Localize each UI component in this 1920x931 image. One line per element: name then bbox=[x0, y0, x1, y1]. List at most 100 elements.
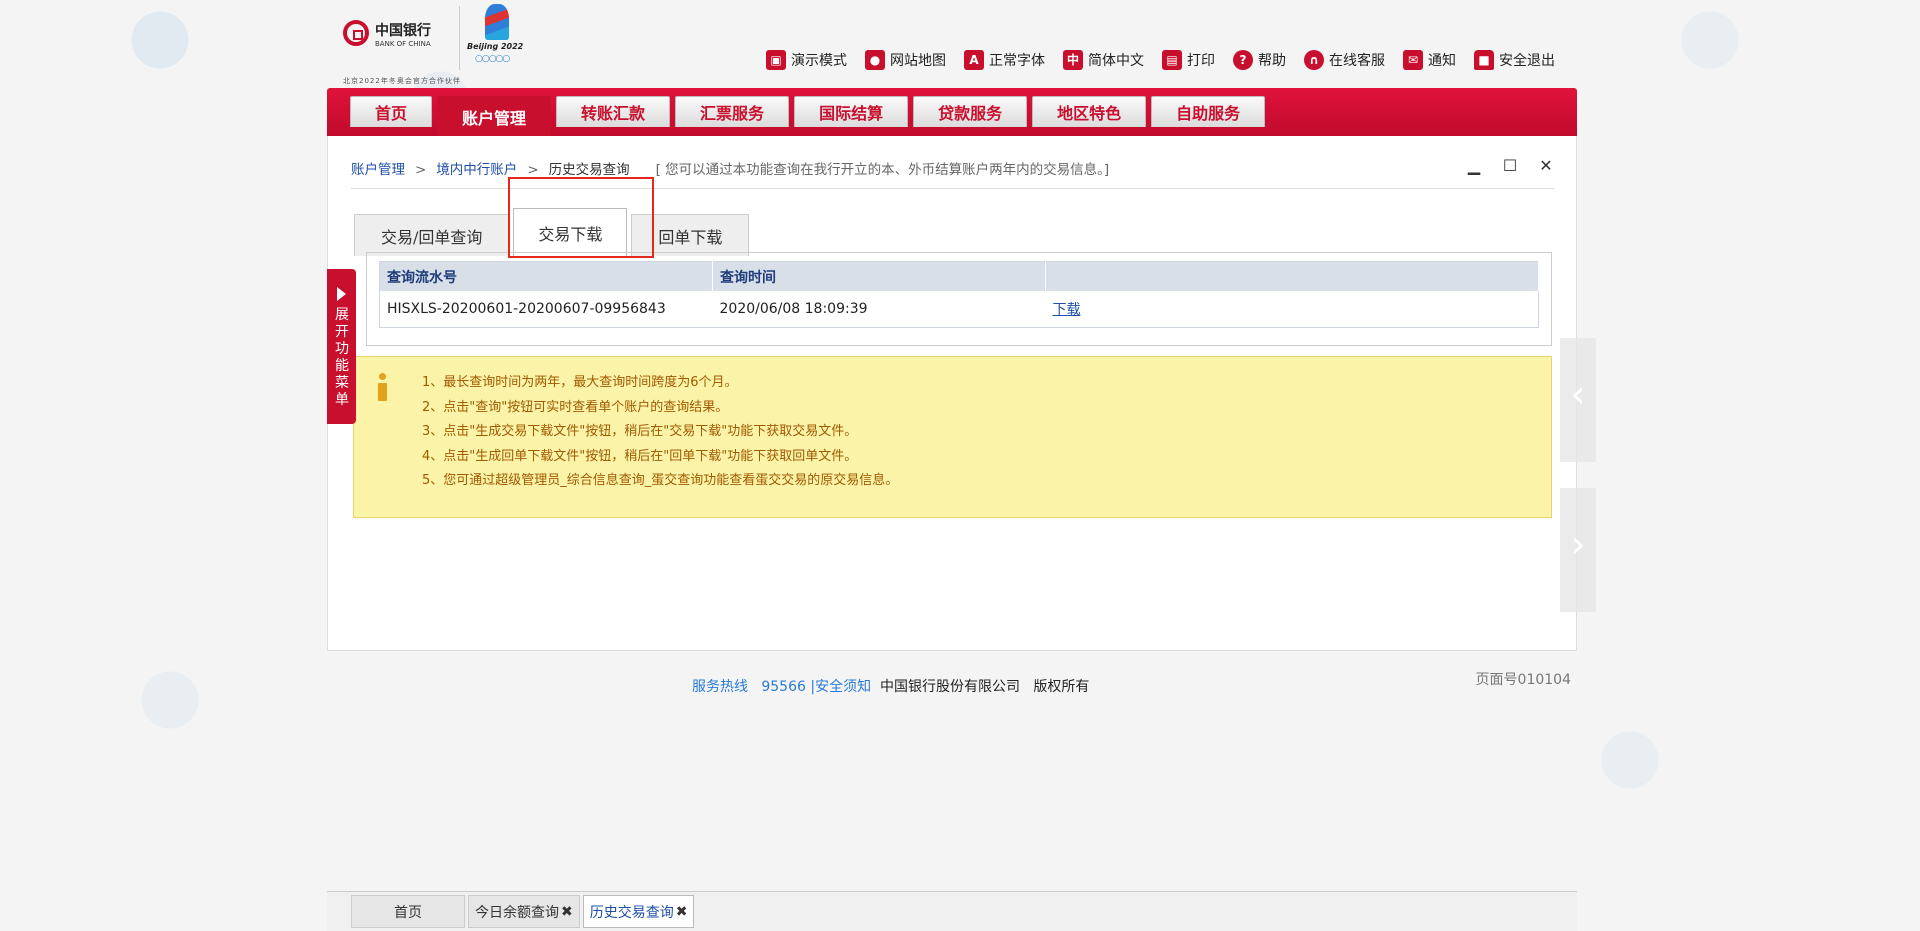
notice-item: 5、您可通过超级管理员_综合信息查询_蛋交查询功能查看蛋交交易的原交易信息。 bbox=[422, 473, 899, 488]
boc-name-en: BANK OF CHINA bbox=[375, 40, 431, 48]
sub-tabs: 交易/回单查询 交易下载 回单下载 bbox=[354, 208, 753, 256]
print-link[interactable]: ▤ 打印 bbox=[1162, 50, 1215, 70]
breadcrumb: 账户管理 > 境内中行账户 > 历史交易查询[ 您可以通过本功能查询在我行开立的本、外币… bbox=[351, 162, 1110, 178]
content-panel: 账户管理 > 境内中行账户 > 历史交易查询[ 您可以通过本功能查询在我行开立的本、外币… bbox=[327, 136, 1577, 651]
logo-divider bbox=[459, 6, 460, 70]
task-tab-bar: 首页 今日余额查询 ✖ 历史交易查询 ✖ bbox=[327, 891, 1577, 931]
online-service-link[interactable]: ∩ 在线客服 bbox=[1304, 50, 1385, 70]
minimize-icon[interactable]: ▁ bbox=[1466, 158, 1482, 174]
header: 中国银行 BANK OF CHINA Beijing 2022 ○○○○○ 北京… bbox=[327, 0, 1577, 88]
nav-tab-draft[interactable]: 汇票服务 bbox=[675, 96, 790, 127]
link-label: 演示模式 bbox=[791, 53, 847, 69]
download-table-wrapper: 查询流水号 查询时间 HISXLS-20200601-20200607-0995… bbox=[366, 252, 1552, 346]
download-link[interactable]: 下载 bbox=[1053, 302, 1081, 318]
col-action-header bbox=[1045, 261, 1539, 291]
beijing-2022-logo: Beijing 2022 ○○○○○ bbox=[467, 4, 527, 70]
nav-tab-transfer[interactable]: 转账汇款 bbox=[556, 96, 671, 127]
next-page-arrow[interactable]: › bbox=[1560, 488, 1596, 612]
action-cell: 下载 bbox=[1046, 291, 1539, 328]
mail-icon: ✉ bbox=[1403, 50, 1423, 70]
col-serial-header: 查询流水号 bbox=[379, 261, 713, 291]
chevron-right-icon: › bbox=[1570, 522, 1586, 566]
partner-tagline: 北京2022年冬奥会官方合作伙伴 bbox=[343, 77, 461, 85]
nav-tab-account[interactable]: 账户管理 bbox=[437, 96, 552, 136]
download-table: 查询流水号 查询时间 HISXLS-20200601-20200607-0995… bbox=[379, 261, 1539, 328]
nav-tab-regional[interactable]: 地区特色 bbox=[1032, 96, 1147, 127]
nav-tab-intl-settlement[interactable]: 国际结算 bbox=[794, 96, 909, 127]
window-controls: ▁ ☐ ✕ bbox=[1466, 158, 1554, 174]
expand-menu-button[interactable]: 展开功能菜单 bbox=[327, 269, 356, 424]
chinese-char-icon: 中 bbox=[1063, 50, 1083, 70]
link-label: 帮助 bbox=[1258, 53, 1286, 69]
task-tab-today-balance[interactable]: 今日余额查询 ✖ bbox=[468, 895, 580, 928]
task-tab-home[interactable]: 首页 bbox=[351, 895, 465, 928]
notice-box: 1、最长查询时间为两年，最大查询时间跨度为6个月。 2、点击"查询"按钮可实时查… bbox=[353, 356, 1552, 518]
beijing-label: Beijing 2022 bbox=[467, 42, 524, 51]
link-label: 在线客服 bbox=[1329, 53, 1385, 69]
nav-tab-home[interactable]: 首页 bbox=[350, 96, 433, 127]
task-tabs: 首页 今日余额查询 ✖ 历史交易查询 ✖ bbox=[351, 895, 695, 928]
link-label: 通知 bbox=[1428, 53, 1456, 69]
hotline-label[interactable]: 服务热线 bbox=[692, 679, 748, 695]
breadcrumb-current: 历史交易查询 bbox=[548, 162, 630, 178]
language-link[interactable]: 中 简体中文 bbox=[1063, 50, 1144, 70]
link-label: 安全退出 bbox=[1499, 53, 1555, 69]
expand-menu-label: 展开功能菜单 bbox=[335, 307, 349, 408]
task-tab-label: 首页 bbox=[394, 904, 422, 921]
close-tab-icon[interactable]: ✖ bbox=[561, 904, 573, 920]
link-label: 网站地图 bbox=[890, 53, 946, 69]
main-nav-tabs: 首页 账户管理 转账汇款 汇票服务 国际结算 贷款服务 地区特色 自助服务 bbox=[350, 96, 1266, 136]
security-notice-link[interactable]: 安全须知 bbox=[815, 679, 871, 695]
tab-receipt-download[interactable]: 回单下载 bbox=[631, 214, 750, 256]
boc-emblem-icon bbox=[343, 20, 369, 46]
notice-item: 3、点击"生成交易下载文件"按钮，稍后在"交易下载"功能下获取交易文件。 bbox=[422, 424, 858, 439]
breadcrumb-note: [ 您可以通过本功能查询在我行开立的本、外币结算账户两年内的交易信息。] bbox=[655, 162, 1110, 178]
hotline-number[interactable]: 95566 bbox=[761, 679, 806, 695]
logout-link[interactable]: ■ 安全退出 bbox=[1474, 50, 1555, 70]
prev-page-arrow[interactable]: ‹ bbox=[1560, 338, 1596, 462]
tab-transaction-download[interactable]: 交易下载 bbox=[513, 208, 628, 256]
close-tab-icon[interactable]: ✖ bbox=[676, 904, 688, 920]
sitemap-link[interactable]: ● 网站地图 bbox=[865, 50, 946, 70]
notification-link[interactable]: ✉ 通知 bbox=[1403, 50, 1456, 70]
top-links: ▣ 演示模式 ● 网站地图 A 正常字体 中 简体中文 ▤ 打印 ? 帮助 ∩ … bbox=[766, 50, 1555, 70]
notice-item: 1、最长查询时间为两年，最大查询时间跨度为6个月。 bbox=[422, 375, 738, 390]
printer-icon: ▤ bbox=[1162, 50, 1182, 70]
task-tab-label: 今日余额查询 bbox=[475, 904, 559, 921]
breadcrumb-account-mgmt[interactable]: 账户管理 bbox=[351, 162, 405, 178]
tab-transaction-receipt-query[interactable]: 交易/回单查询 bbox=[354, 214, 510, 256]
link-label: 正常字体 bbox=[989, 53, 1045, 69]
lock-icon: ■ bbox=[1474, 50, 1494, 70]
page-id: 页面号010104 bbox=[1475, 672, 1571, 688]
close-icon[interactable]: ✕ bbox=[1538, 158, 1554, 174]
headset-icon: ∩ bbox=[1304, 50, 1324, 70]
footer: 服务热线 95566 |安全须知 中国银行股份有限公司 版权所有 bbox=[692, 676, 1089, 696]
col-time-header: 查询时间 bbox=[712, 261, 1046, 291]
company-name: 中国银行股份有限公司 bbox=[879, 679, 1020, 695]
nav-tab-loan[interactable]: 贷款服务 bbox=[913, 96, 1028, 127]
nav-tab-self-service[interactable]: 自助服务 bbox=[1151, 96, 1266, 127]
help-icon: ? bbox=[1233, 50, 1253, 70]
film-icon: ▣ bbox=[766, 50, 786, 70]
boc-logo: 中国银行 BANK OF CHINA bbox=[343, 14, 453, 58]
copyright: 版权所有 bbox=[1033, 679, 1090, 695]
task-tab-history-query[interactable]: 历史交易查询 ✖ bbox=[582, 895, 695, 928]
font-icon: A bbox=[964, 50, 984, 70]
help-link[interactable]: ? 帮助 bbox=[1233, 50, 1286, 70]
query-time-cell: 2020/06/08 18:09:39 bbox=[719, 301, 868, 317]
map-pin-icon: ● bbox=[865, 50, 885, 70]
notice-item: 2、点击"查询"按钮可实时查看单个账户的查询结果。 bbox=[422, 399, 729, 415]
font-size-link[interactable]: A 正常字体 bbox=[964, 50, 1045, 70]
breadcrumb-domestic-account[interactable]: 境内中行账户 bbox=[436, 162, 517, 178]
link-label: 打印 bbox=[1187, 53, 1215, 69]
info-icon bbox=[376, 373, 388, 403]
demo-mode-link[interactable]: ▣ 演示模式 bbox=[766, 50, 847, 70]
main-nav: 首页 账户管理 转账汇款 汇票服务 国际结算 贷款服务 地区特色 自助服务 bbox=[327, 88, 1577, 136]
chevron-left-icon: ‹ bbox=[1570, 372, 1586, 416]
notice-item: 4、点击"生成回单下载文件"按钮，稍后在"回单下载"功能下获取回单文件。 bbox=[422, 448, 858, 464]
olympic-rings-icon: ○○○○○ bbox=[475, 54, 510, 64]
boc-name-cn: 中国银行 bbox=[375, 23, 431, 39]
task-tab-label: 历史交易查询 bbox=[589, 904, 674, 921]
notice-list: 1、最长查询时间为两年，最大查询时间跨度为6个月。 2、点击"查询"按钮可实时查… bbox=[422, 371, 898, 494]
maximize-icon[interactable]: ☐ bbox=[1502, 158, 1518, 174]
